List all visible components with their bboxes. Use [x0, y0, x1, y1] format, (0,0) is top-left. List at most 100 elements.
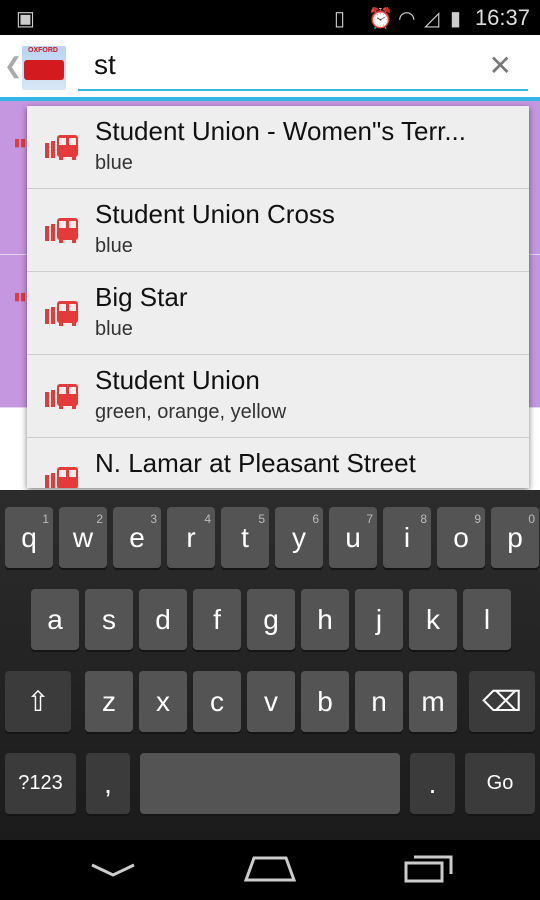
bus-stop-icon: ▮▮: [14, 137, 27, 149]
key-label: x: [156, 686, 170, 717]
bus-stop-icon: [43, 217, 79, 243]
key-w[interactable]: w2: [59, 507, 107, 568]
status-bar: ▣ ▯ ⏰ ◠ ◿ ▮ 16:37: [0, 0, 540, 35]
key-q[interactable]: q1: [5, 507, 53, 568]
key-label: t: [241, 522, 249, 553]
key-label: a: [47, 604, 63, 635]
key-hint: 9: [474, 512, 481, 526]
key-hint: 6: [312, 512, 319, 526]
key-f[interactable]: f: [193, 589, 241, 650]
navigation-bar: [0, 840, 540, 900]
key-c[interactable]: c: [193, 671, 241, 732]
key-hint: 0: [528, 512, 535, 526]
suggestion-item[interactable]: Big Star blue: [27, 272, 529, 355]
key-g[interactable]: g: [247, 589, 295, 650]
battery-icon: ▮: [450, 8, 462, 30]
key-hint: 7: [366, 512, 373, 526]
key-label: g: [263, 604, 279, 635]
key-label: h: [317, 604, 333, 635]
key-o[interactable]: o9: [437, 507, 485, 568]
key-i[interactable]: i8: [383, 507, 431, 568]
key-label: c: [210, 686, 224, 717]
key-label: w: [72, 522, 94, 553]
search-input[interactable]: [94, 49, 474, 81]
back-icon[interactable]: [90, 862, 136, 878]
key-j[interactable]: j: [355, 589, 403, 650]
comma-key[interactable]: ,: [86, 753, 130, 814]
shift-icon: ⇧: [26, 686, 50, 717]
alarm-icon: ⏰: [368, 8, 393, 30]
key-label: e: [129, 522, 145, 553]
recents-icon[interactable]: [404, 854, 454, 884]
key-label: u: [345, 522, 361, 553]
search-field[interactable]: ✕: [78, 43, 528, 91]
vibrate-icon: ▯: [334, 8, 346, 30]
key-u[interactable]: u7: [329, 507, 377, 568]
key-l[interactable]: l: [463, 589, 511, 650]
key-label: l: [483, 604, 491, 635]
key-t[interactable]: t5: [221, 507, 269, 568]
key-m[interactable]: m: [409, 671, 457, 732]
bus-stop-icon: [43, 300, 79, 326]
backspace-icon: ⌫: [482, 686, 522, 717]
key-h[interactable]: h: [301, 589, 349, 650]
key-v[interactable]: v: [247, 671, 295, 732]
keyboard: q 1 w 2 e 3 r 4 t 5 y 6 u 7 i 8 o 9 p 0 a s d f g h j k l ⇧ z x c v b n m ⌫ ?1…: [0, 490, 540, 840]
key-b[interactable]: b: [301, 671, 349, 732]
key-s[interactable]: s: [85, 589, 133, 650]
stop-name: Student Union Cross: [95, 199, 335, 229]
key-label: z: [102, 686, 116, 717]
suggestion-item[interactable]: Student Union - Women"s Terr... blue: [27, 106, 529, 189]
image-icon: ▣: [16, 8, 35, 30]
app-logo[interactable]: OXFORD: [22, 46, 66, 90]
bus-stop-icon: [43, 134, 79, 160]
space-key[interactable]: [140, 753, 400, 814]
key-label: f: [213, 604, 221, 635]
key-hint: 8: [420, 512, 427, 526]
key-label: b: [317, 686, 333, 717]
stop-name: N. Lamar at Pleasant Street: [95, 448, 416, 478]
clock: 16:37: [474, 5, 530, 30]
clear-icon[interactable]: ✕: [489, 49, 512, 82]
key-label: s: [102, 604, 116, 635]
suggestion-item[interactable]: N. Lamar at Pleasant Street: [27, 438, 529, 488]
key-label: j: [375, 604, 383, 635]
key-label: .: [428, 768, 437, 799]
key-label: d: [155, 604, 171, 635]
period-key[interactable]: .: [410, 753, 455, 814]
stop-routes: blue: [95, 318, 133, 340]
key-hint: 4: [204, 512, 211, 526]
bus-stop-icon: [43, 383, 79, 409]
go-key[interactable]: Go: [465, 753, 535, 814]
key-p[interactable]: p0: [491, 507, 539, 568]
key-label: ,: [104, 768, 112, 799]
key-d[interactable]: d: [139, 589, 187, 650]
key-y[interactable]: y6: [275, 507, 323, 568]
key-hint: 5: [258, 512, 265, 526]
bus-stop-icon: [43, 466, 79, 488]
key-z[interactable]: z: [85, 671, 133, 732]
delete-key[interactable]: ⌫: [469, 671, 535, 732]
key-e[interactable]: e3: [113, 507, 161, 568]
key-r[interactable]: r4: [167, 507, 215, 568]
key-x[interactable]: x: [139, 671, 187, 732]
key-a[interactable]: a: [31, 589, 79, 650]
back-chevron-icon[interactable]: ❮: [4, 53, 22, 79]
suggestion-item[interactable]: Student Union Cross blue: [27, 189, 529, 272]
stop-routes: blue: [95, 235, 133, 257]
key-label: r: [186, 522, 196, 553]
stop-routes: green, orange, yellow: [95, 401, 287, 423]
home-icon[interactable]: [244, 854, 296, 882]
key-label: i: [403, 522, 411, 553]
key-k[interactable]: k: [409, 589, 457, 650]
key-label: n: [371, 686, 387, 717]
symbols-key[interactable]: ?123: [5, 753, 76, 814]
key-label: v: [264, 686, 278, 717]
bus-stop-icon: ▮▮: [14, 291, 27, 303]
shift-key[interactable]: ⇧: [5, 671, 71, 732]
key-hint: 1: [42, 512, 49, 526]
key-label: Go: [486, 772, 514, 794]
key-n[interactable]: n: [355, 671, 403, 732]
logo-text: OXFORD: [28, 47, 58, 54]
suggestion-item[interactable]: Student Union green, orange, yellow: [27, 355, 529, 438]
